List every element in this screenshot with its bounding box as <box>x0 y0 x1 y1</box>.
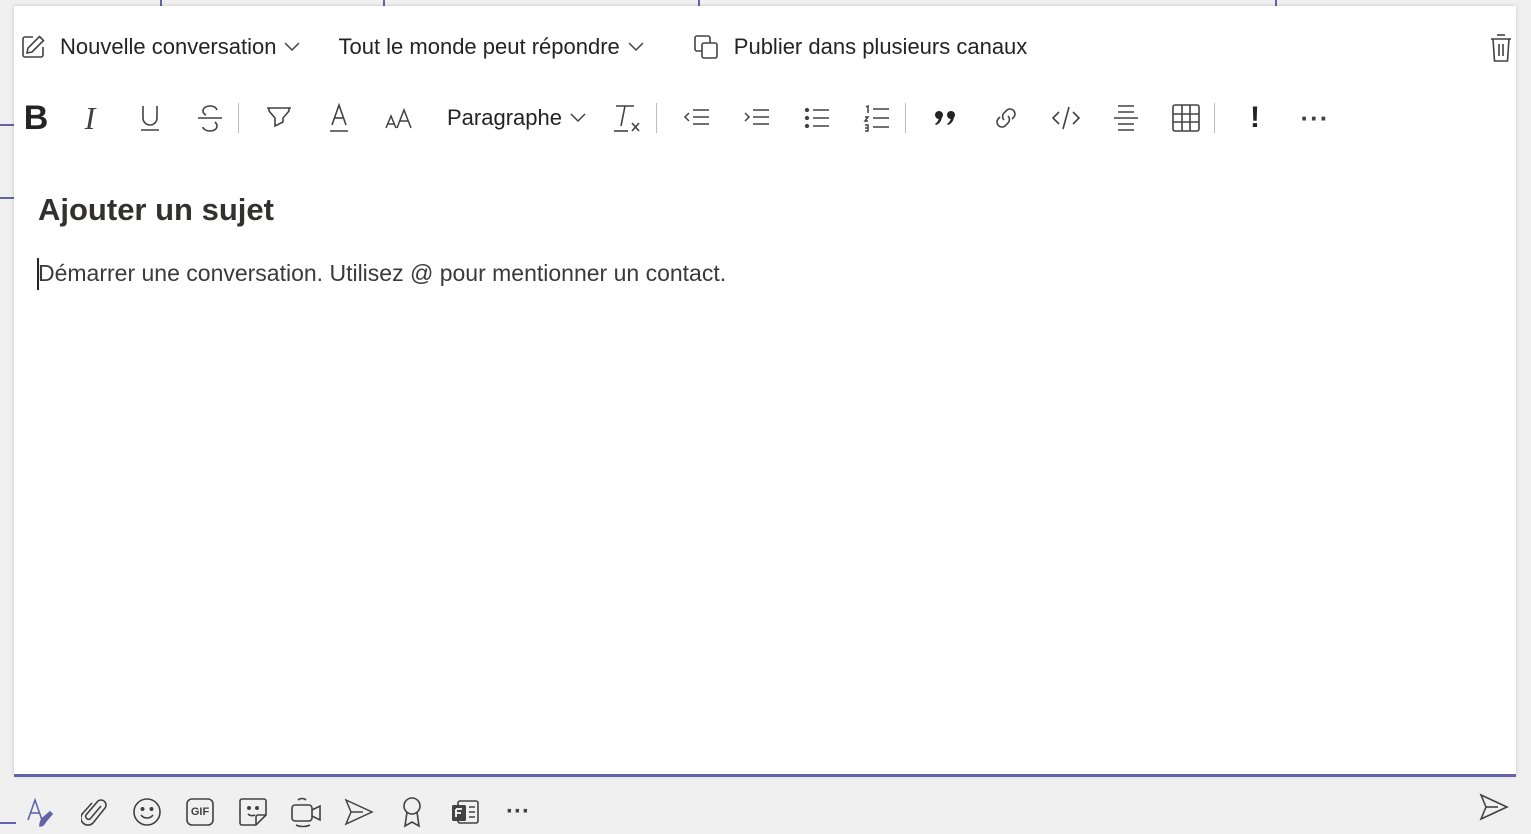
chevron-down-icon <box>570 113 586 123</box>
font-color-icon <box>330 102 348 132</box>
code-snippet-button[interactable] <box>1044 96 1088 140</box>
emoji-icon <box>133 798 161 826</box>
bulleted-list-icon <box>804 107 829 129</box>
copy-channels-icon <box>693 35 718 59</box>
horizontal-rule-icon <box>1113 105 1138 131</box>
increase-indent-button[interactable] <box>735 96 779 140</box>
gif-label: GIF <box>190 806 210 818</box>
reply-permission-label: Tout le monde peut répondre <box>338 34 620 59</box>
meet-now-button[interactable] <box>285 791 327 833</box>
underline-icon <box>141 106 159 131</box>
sticker-button[interactable] <box>232 791 274 833</box>
decrease-indent-button[interactable] <box>675 96 719 140</box>
subject-input[interactable]: Ajouter un sujet <box>38 192 274 228</box>
post-multiple-channels-button[interactable]: Publier dans plusieurs canaux <box>692 33 1028 61</box>
trash-icon <box>1491 34 1511 62</box>
send-icon <box>1479 793 1509 821</box>
paragraph-label: Paragraphe <box>447 105 562 130</box>
message-actions-bar: GIF ··· <box>20 790 550 834</box>
italic-button[interactable]: I <box>68 96 112 140</box>
strikethrough-button[interactable] <box>188 96 232 140</box>
underline-button[interactable] <box>128 96 172 140</box>
background-tick <box>0 822 16 824</box>
emoji-button[interactable] <box>126 791 168 833</box>
bulleted-list-button[interactable] <box>795 96 839 140</box>
sticker-icon <box>239 798 267 826</box>
discard-button[interactable] <box>1489 30 1513 69</box>
conversation-type-label: Nouvelle conversation <box>60 34 277 59</box>
toolbar-separator <box>904 103 906 133</box>
format-icon <box>27 797 54 827</box>
highlighter-icon <box>267 107 291 128</box>
paperclip-icon <box>81 799 107 826</box>
clear-formatting-icon <box>613 105 640 132</box>
video-camera-icon <box>291 797 321 828</box>
numbered-list-icon <box>863 104 889 132</box>
clear-formatting-button[interactable] <box>606 96 650 140</box>
paragraph-style-dropdown[interactable]: Paragraphe <box>447 96 586 140</box>
send-arrow-outline-icon <box>344 798 374 826</box>
post-multiple-label: Publier dans plusieurs canaux <box>733 34 1028 59</box>
mark-important-button[interactable]: ! <box>1233 96 1277 140</box>
more-format-options-button[interactable]: ··· <box>1293 96 1337 140</box>
reply-permission-dropdown[interactable]: Tout le monde peut répondre <box>338 34 644 60</box>
compose-edit-icon <box>22 35 45 58</box>
insert-table-button[interactable] <box>1164 96 1208 140</box>
format-toggle-button[interactable] <box>20 791 62 833</box>
compose-focus-border <box>14 774 1516 777</box>
forms-app-button[interactable] <box>444 791 486 833</box>
gif-button[interactable]: GIF <box>179 791 221 833</box>
format-toolbar: B I Paragraphe ! ··· <box>20 96 1353 140</box>
increase-indent-icon <box>744 109 769 125</box>
more-apps-button[interactable]: ··· <box>497 791 539 833</box>
table-icon <box>1172 104 1200 132</box>
decrease-indent-icon <box>683 109 709 125</box>
toolbar-separator <box>655 103 657 133</box>
toolbar-separator <box>1213 103 1215 133</box>
font-size-icon <box>385 107 412 129</box>
toolbar-separator <box>238 103 239 133</box>
conversation-type-dropdown[interactable]: Nouvelle conversation <box>20 34 300 60</box>
code-icon <box>1051 106 1081 130</box>
praise-button[interactable] <box>391 791 433 833</box>
bold-button[interactable]: B <box>20 96 52 140</box>
chevron-down-icon <box>628 42 644 52</box>
quote-icon <box>934 111 955 125</box>
insert-link-button[interactable] <box>984 96 1028 140</box>
chevron-down-icon <box>284 42 300 52</box>
highlight-button[interactable] <box>257 96 301 140</box>
strikethrough-icon <box>198 105 222 132</box>
font-color-button[interactable] <box>317 96 361 140</box>
badge-ribbon-icon <box>403 797 421 828</box>
send-button[interactable] <box>1479 792 1509 827</box>
post-options-bar: Nouvelle conversation Tout le monde peut… <box>20 30 1027 64</box>
horizontal-rule-button[interactable] <box>1104 96 1148 140</box>
schedule-meeting-button[interactable] <box>338 791 380 833</box>
font-size-button[interactable] <box>377 96 421 140</box>
message-body-input[interactable]: Démarrer une conversation. Utilisez @ po… <box>38 260 726 287</box>
quote-button[interactable] <box>924 96 968 140</box>
attach-button[interactable] <box>73 791 115 833</box>
numbered-list-button[interactable] <box>855 96 899 140</box>
link-icon <box>996 108 1016 128</box>
forms-app-icon <box>452 800 479 824</box>
